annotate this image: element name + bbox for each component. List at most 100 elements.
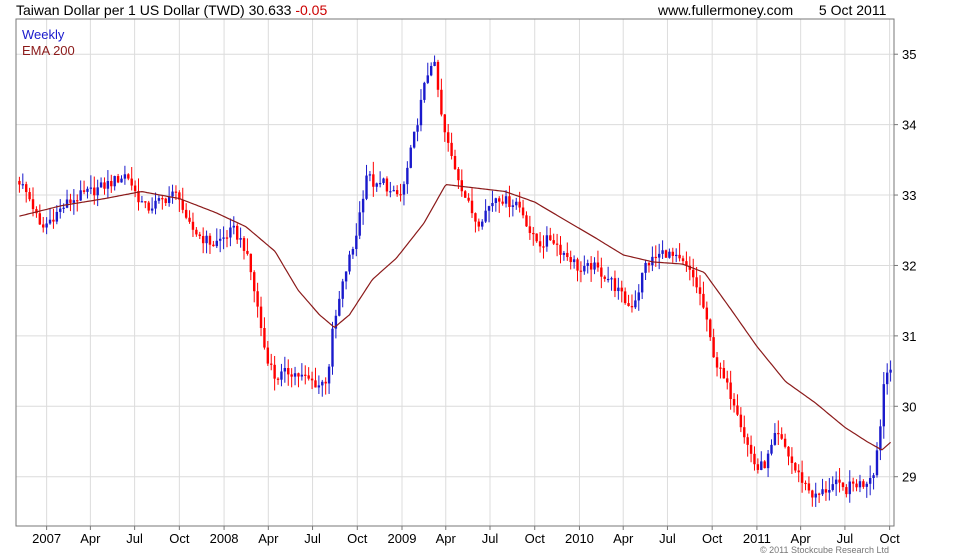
candle-up — [858, 481, 862, 488]
x-tick-label: 2007 — [32, 531, 61, 546]
candle-down — [273, 364, 276, 379]
x-tick-label: Oct — [169, 531, 190, 546]
candle-up — [423, 82, 426, 100]
candle-up — [515, 201, 518, 206]
candle-up — [494, 198, 498, 203]
candle-down — [664, 250, 668, 258]
candle-up — [65, 199, 69, 208]
candle-down — [307, 375, 310, 379]
candle-down — [695, 277, 698, 288]
candle-down — [161, 198, 164, 200]
candle-down — [851, 481, 855, 484]
candle-up — [402, 184, 406, 195]
price-chart: 29 30 31 32 33 34 35 2007 Apr Jul Oct 2008 Apr Jul Oc… — [15, 18, 916, 546]
candle-down — [838, 479, 841, 483]
candle-up — [637, 292, 640, 301]
candle-up — [416, 125, 419, 132]
y-axis: 29 30 31 32 33 34 35 — [894, 47, 916, 485]
candle-down — [93, 187, 96, 196]
candle-down — [603, 276, 606, 279]
candle-down — [304, 374, 307, 376]
candle-up — [814, 493, 817, 498]
candle-up — [378, 183, 382, 185]
candle-up — [487, 206, 491, 211]
candle-down — [276, 378, 280, 380]
candle-down — [627, 303, 630, 306]
candle-down — [181, 199, 184, 210]
candle-up — [426, 75, 429, 83]
candle-up — [412, 131, 416, 148]
candle-down — [127, 174, 130, 179]
candle-down — [372, 174, 375, 187]
candle-up — [504, 196, 508, 204]
candle-down — [259, 306, 263, 329]
candle-down — [324, 381, 327, 384]
y-tick-label: 32 — [902, 258, 916, 273]
candle-down — [596, 262, 600, 268]
candle-down — [266, 347, 270, 364]
candle-up — [821, 489, 824, 495]
ema-200-line — [19, 183, 891, 451]
candle-down — [287, 368, 290, 375]
candle-down — [290, 374, 293, 377]
candle-down — [474, 213, 477, 222]
candle-up — [586, 263, 589, 266]
candle-down — [797, 470, 800, 473]
candle-down — [712, 337, 715, 358]
candle-down — [817, 493, 821, 495]
candle-up — [606, 278, 610, 281]
candle-up — [300, 374, 304, 377]
candle-up — [86, 188, 89, 192]
candle-down — [450, 142, 453, 156]
candle-up — [429, 65, 433, 76]
candle-up — [481, 221, 484, 227]
candle-down — [470, 200, 474, 214]
candle-down — [133, 185, 137, 192]
candle-down — [110, 181, 113, 187]
candle-up — [868, 477, 872, 484]
candle-up — [511, 205, 515, 207]
candle-down — [794, 462, 797, 471]
candle-up — [640, 272, 644, 293]
candle-up — [675, 254, 678, 257]
y-tick-label: 33 — [902, 188, 916, 203]
candle-down — [579, 270, 583, 272]
candle-down — [729, 382, 732, 400]
candle-down — [144, 201, 147, 203]
candle-up — [154, 200, 157, 209]
candle-up — [419, 99, 423, 126]
candle-down — [811, 490, 814, 498]
x-tick-label: Jul — [659, 531, 676, 546]
candle-down — [777, 433, 780, 435]
candle-up — [239, 238, 242, 240]
candle-down — [236, 225, 239, 240]
candle-up — [338, 298, 341, 316]
candle-up — [331, 328, 334, 367]
candle-down — [654, 256, 657, 259]
candle-up — [321, 381, 324, 386]
candle-up — [62, 207, 65, 209]
candle-down — [743, 427, 746, 438]
x-tick-label: 2011 — [743, 531, 771, 546]
candle-up — [365, 175, 368, 199]
candle-down — [736, 405, 739, 415]
candle-up — [280, 371, 283, 380]
candle-up — [344, 271, 348, 282]
candle-down — [225, 237, 229, 239]
candle-up — [661, 250, 664, 254]
y-tick-label: 31 — [902, 329, 916, 344]
candle-up — [205, 235, 208, 244]
candle-up — [770, 444, 773, 454]
candle-up — [562, 252, 566, 255]
candle-down — [385, 178, 389, 192]
candle-up — [327, 366, 331, 384]
candle-up — [617, 287, 620, 292]
candle-down — [501, 201, 504, 204]
candle-down — [195, 229, 198, 235]
candle-up — [484, 210, 487, 222]
candle-up — [433, 61, 436, 66]
x-tick-label: 2010 — [565, 531, 594, 546]
candle-down — [787, 446, 790, 457]
candle-down — [263, 328, 266, 348]
candle-up — [828, 489, 831, 493]
